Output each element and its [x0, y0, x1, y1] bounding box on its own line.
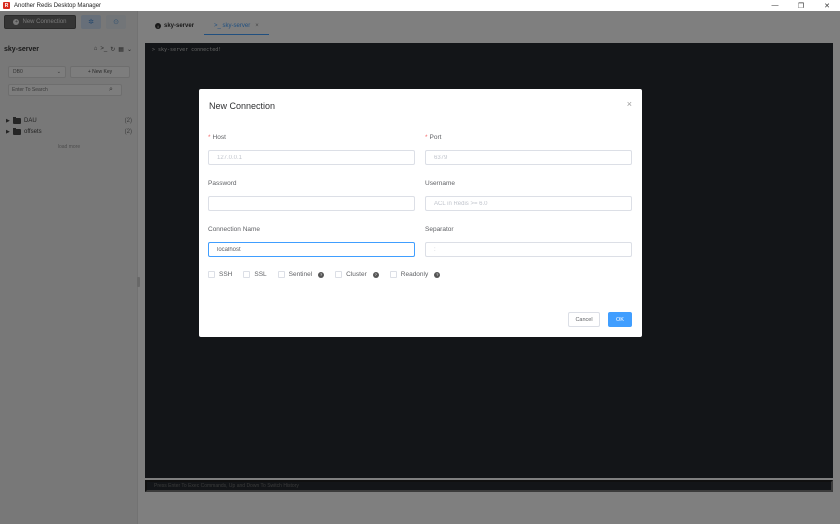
host-input[interactable]: [208, 150, 415, 165]
title-bar: R Another Redis Desktop Manager — ❐ ✕: [0, 0, 840, 11]
checkbox-label: SSH: [219, 271, 233, 278]
ssh-checkbox[interactable]: SSH: [208, 271, 232, 278]
connection-name-label: Connection Name: [208, 226, 261, 233]
password-label: Password: [208, 180, 237, 187]
port-label: * Port: [425, 134, 442, 141]
checkbox-label: Cluster: [346, 271, 367, 278]
port-input[interactable]: [425, 150, 632, 165]
ok-button[interactable]: OK: [608, 312, 632, 327]
ssl-checkbox[interactable]: SSL: [243, 271, 267, 278]
checkbox-box[interactable]: [208, 271, 215, 278]
username-label: Username: [425, 180, 455, 187]
cluster-checkbox[interactable]: Cluster ?: [335, 271, 379, 278]
question-circle-icon[interactable]: ?: [318, 271, 325, 278]
close-icon[interactable]: ×: [627, 99, 632, 109]
minimize-button[interactable]: —: [762, 0, 788, 11]
connection-name-input[interactable]: [208, 242, 415, 257]
new-connection-dialog: New Connection × *Host *Port Password Us…: [199, 89, 642, 337]
password-input[interactable]: [208, 196, 415, 211]
connection-options: SSH SSL Sentinel ? Cluster ? Readonly ?: [208, 271, 441, 278]
app-logo-icon: R: [3, 2, 10, 9]
question-circle-icon[interactable]: ?: [372, 271, 379, 278]
close-window-button[interactable]: ✕: [814, 0, 840, 11]
question-circle-icon[interactable]: ?: [434, 271, 441, 278]
checkbox-box[interactable]: [243, 271, 251, 278]
sentinel-checkbox[interactable]: Sentinel ?: [277, 271, 325, 278]
window-title: Another Redis Desktop Manager: [14, 2, 102, 9]
window-controls: — ❐ ✕: [762, 0, 840, 11]
host-label: * Host: [208, 134, 226, 141]
checkbox-box[interactable]: [389, 271, 397, 278]
cancel-button[interactable]: Cancel: [568, 312, 600, 327]
maximize-button[interactable]: ❐: [788, 0, 814, 11]
checkbox-label: Sentinel: [288, 271, 313, 278]
checkbox-label: SSL: [254, 271, 267, 278]
username-input[interactable]: [425, 196, 632, 211]
checkbox-box[interactable]: [335, 271, 343, 278]
separator-input[interactable]: [425, 242, 632, 257]
separator-label: Separator: [425, 226, 454, 233]
checkbox-box[interactable]: [277, 271, 285, 278]
readonly-checkbox[interactable]: Readonly ?: [389, 271, 441, 278]
dialog-title: New Connection: [209, 101, 276, 111]
checkbox-label: Readonly: [400, 271, 429, 278]
